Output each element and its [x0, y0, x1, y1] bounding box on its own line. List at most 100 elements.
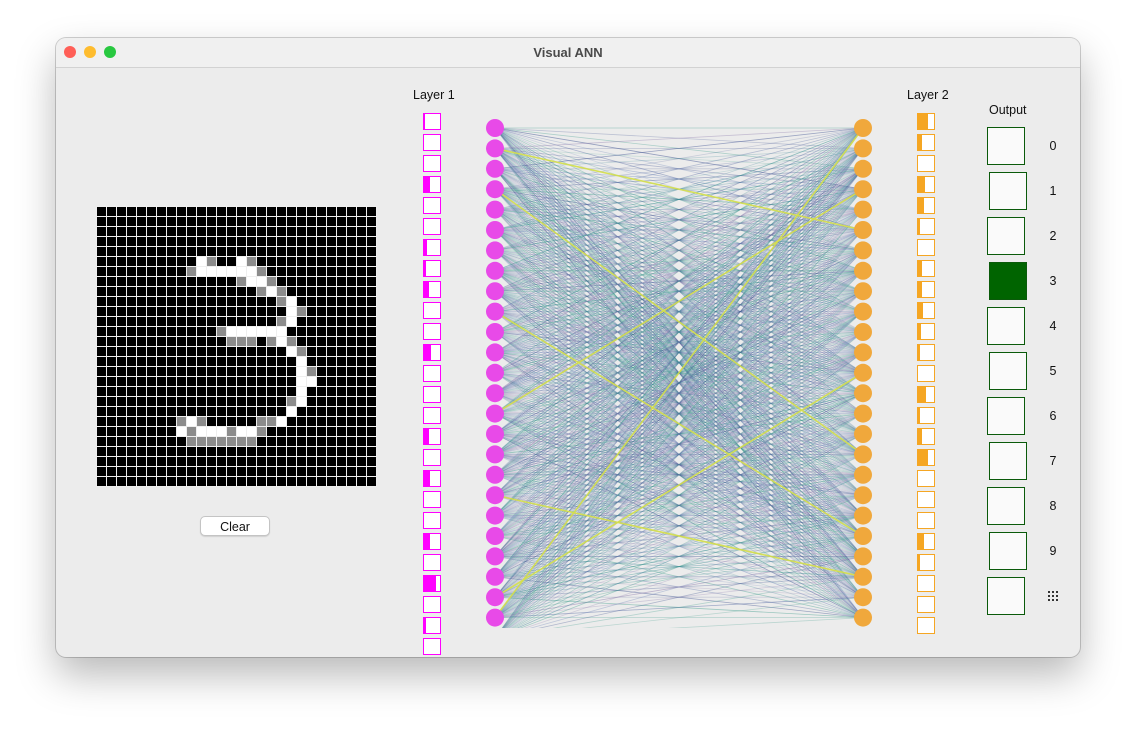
pixel-cell[interactable]	[287, 317, 296, 326]
pixel-cell[interactable]	[217, 267, 226, 276]
pixel-cell[interactable]	[217, 467, 226, 476]
pixel-cell[interactable]	[237, 447, 246, 456]
pixel-cell[interactable]	[117, 437, 126, 446]
pixel-cell[interactable]	[267, 407, 276, 416]
pixel-cell[interactable]	[97, 447, 106, 456]
pixel-cell[interactable]	[317, 317, 326, 326]
pixel-cell[interactable]	[187, 347, 196, 356]
pixel-cell[interactable]	[117, 377, 126, 386]
pixel-cell[interactable]	[267, 367, 276, 376]
pixel-cell[interactable]	[347, 287, 356, 296]
pixel-cell[interactable]	[117, 367, 126, 376]
pixel-cell[interactable]	[187, 337, 196, 346]
pixel-cell[interactable]	[167, 337, 176, 346]
pixel-cell[interactable]	[207, 227, 216, 236]
pixel-cell[interactable]	[167, 247, 176, 256]
pixel-cell[interactable]	[207, 417, 216, 426]
pixel-cell[interactable]	[177, 317, 186, 326]
pixel-cell[interactable]	[227, 477, 236, 486]
pixel-cell[interactable]	[367, 307, 376, 316]
pixel-cell[interactable]	[137, 327, 146, 336]
pixel-cell[interactable]	[327, 427, 336, 436]
pixel-cell[interactable]	[157, 227, 166, 236]
pixel-cell[interactable]	[297, 317, 306, 326]
pixel-cell[interactable]	[157, 257, 166, 266]
pixel-cell[interactable]	[247, 227, 256, 236]
pixel-cell[interactable]	[177, 357, 186, 366]
pixel-cell[interactable]	[297, 247, 306, 256]
pixel-cell[interactable]	[127, 207, 136, 216]
pixel-cell[interactable]	[147, 377, 156, 386]
pixel-cell[interactable]	[187, 367, 196, 376]
pixel-cell[interactable]	[217, 307, 226, 316]
pixel-cell[interactable]	[267, 287, 276, 296]
pixel-cell[interactable]	[297, 357, 306, 366]
pixel-cell[interactable]	[257, 217, 266, 226]
pixel-cell[interactable]	[157, 267, 166, 276]
pixel-cell[interactable]	[117, 227, 126, 236]
pixel-cell[interactable]	[137, 267, 146, 276]
pixel-cell[interactable]	[157, 377, 166, 386]
pixel-cell[interactable]	[247, 317, 256, 326]
pixel-cell[interactable]	[317, 217, 326, 226]
pixel-cell[interactable]	[97, 267, 106, 276]
pixel-cell[interactable]	[197, 257, 206, 266]
pixel-cell[interactable]	[357, 467, 366, 476]
pixel-cell[interactable]	[197, 437, 206, 446]
pixel-cell[interactable]	[287, 477, 296, 486]
pixel-cell[interactable]	[117, 317, 126, 326]
pixel-cell[interactable]	[287, 397, 296, 406]
pixel-cell[interactable]	[287, 427, 296, 436]
pixel-cell[interactable]	[157, 337, 166, 346]
pixel-cell[interactable]	[177, 217, 186, 226]
pixel-cell[interactable]	[147, 257, 156, 266]
pixel-cell[interactable]	[247, 297, 256, 306]
pixel-cell[interactable]	[237, 377, 246, 386]
pixel-cell[interactable]	[187, 437, 196, 446]
pixel-cell[interactable]	[247, 437, 256, 446]
pixel-cell[interactable]	[117, 417, 126, 426]
pixel-cell[interactable]	[217, 347, 226, 356]
pixel-cell[interactable]	[157, 397, 166, 406]
pixel-cell[interactable]	[297, 207, 306, 216]
pixel-cell[interactable]	[337, 347, 346, 356]
pixel-cell[interactable]	[367, 457, 376, 466]
pixel-cell[interactable]	[167, 277, 176, 286]
pixel-cell[interactable]	[127, 397, 136, 406]
pixel-cell[interactable]	[257, 247, 266, 256]
pixel-cell[interactable]	[187, 257, 196, 266]
pixel-cell[interactable]	[117, 457, 126, 466]
pixel-cell[interactable]	[327, 407, 336, 416]
pixel-cell[interactable]	[107, 387, 116, 396]
pixel-cell[interactable]	[97, 367, 106, 376]
pixel-cell[interactable]	[267, 357, 276, 366]
pixel-cell[interactable]	[177, 467, 186, 476]
pixel-cell[interactable]	[207, 367, 216, 376]
pixel-cell[interactable]	[227, 297, 236, 306]
pixel-cell[interactable]	[337, 237, 346, 246]
pixel-cell[interactable]	[337, 457, 346, 466]
pixel-cell[interactable]	[307, 337, 316, 346]
pixel-cell[interactable]	[367, 337, 376, 346]
pixel-cell[interactable]	[97, 397, 106, 406]
pixel-cell[interactable]	[107, 417, 116, 426]
pixel-cell[interactable]	[347, 247, 356, 256]
pixel-cell[interactable]	[257, 437, 266, 446]
pixel-cell[interactable]	[187, 277, 196, 286]
pixel-cell[interactable]	[127, 477, 136, 486]
pixel-cell[interactable]	[197, 307, 206, 316]
pixel-cell[interactable]	[187, 217, 196, 226]
pixel-cell[interactable]	[357, 287, 366, 296]
pixel-cell[interactable]	[337, 297, 346, 306]
pixel-cell[interactable]	[217, 237, 226, 246]
pixel-cell[interactable]	[347, 417, 356, 426]
pixel-cell[interactable]	[257, 427, 266, 436]
pixel-cell[interactable]	[107, 437, 116, 446]
pixel-cell[interactable]	[287, 447, 296, 456]
pixel-cell[interactable]	[367, 287, 376, 296]
pixel-cell[interactable]	[237, 307, 246, 316]
pixel-cell[interactable]	[127, 257, 136, 266]
pixel-cell[interactable]	[167, 427, 176, 436]
pixel-cell[interactable]	[347, 277, 356, 286]
pixel-cell[interactable]	[97, 427, 106, 436]
